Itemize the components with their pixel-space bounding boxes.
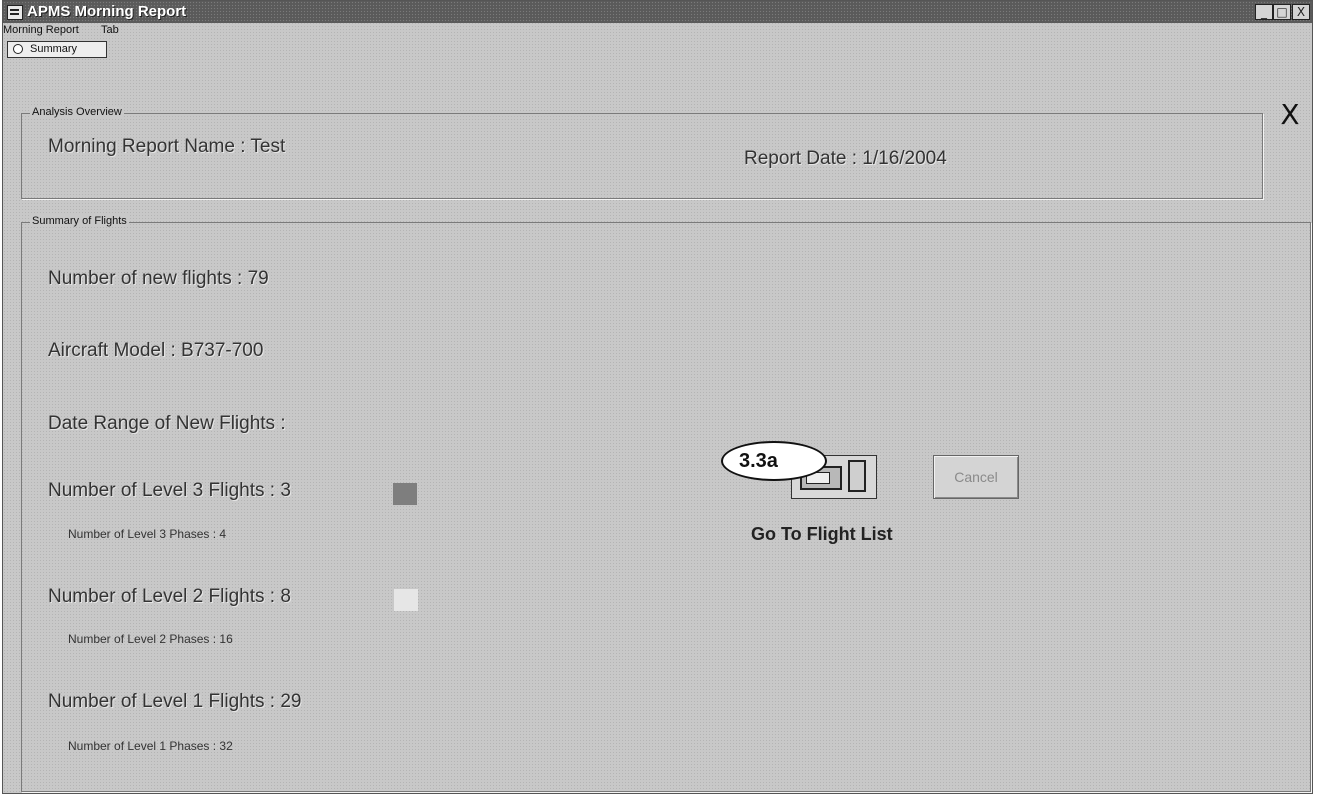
level1-phases: Number of Level 1 Phases : 32 <box>68 739 233 753</box>
close-window-button[interactable]: X <box>1292 4 1310 20</box>
tab-summary[interactable]: Summary <box>7 41 107 58</box>
aircraft-model: Aircraft Model : B737-700 <box>48 340 264 361</box>
callout-annotation: 3.3a <box>721 441 827 481</box>
menu-morning-report[interactable]: Morning Report <box>3 24 79 36</box>
window-title: APMS Morning Report <box>27 3 187 20</box>
maximize-button[interactable]: □ <box>1273 4 1291 20</box>
go-to-flight-list-label: Go To Flight List <box>751 524 893 544</box>
morning-report-name: Morning Report Name : Test <box>48 136 286 157</box>
report-date: Report Date : 1/16/2004 <box>744 148 947 169</box>
menu-tab[interactable]: Tab <box>101 24 119 36</box>
radio-icon <box>13 44 23 54</box>
summary-of-flights-group: Summary of Flights Number of new flights… <box>21 215 1311 792</box>
level2-phases: Number of Level 2 Phases : 16 <box>68 632 233 646</box>
level3-flights: Number of Level 3 Flights : 3 <box>48 480 291 501</box>
cancel-button[interactable]: Cancel <box>933 455 1019 499</box>
tab-summary-label: Summary <box>30 43 78 55</box>
level1-flights: Number of Level 1 Flights : 29 <box>48 691 302 712</box>
level2-color-swatch <box>394 589 418 611</box>
close-icon[interactable]: X <box>1275 101 1305 129</box>
level3-phases: Number of Level 3 Phases : 4 <box>68 527 227 541</box>
app-window: APMS Morning Report _ □ X Morning Report… <box>2 0 1313 794</box>
level3-color-swatch <box>393 483 417 505</box>
summary-of-flights-legend: Summary of Flights <box>30 215 129 227</box>
date-range-label: Date Range of New Flights : <box>48 413 286 434</box>
menu-bar: Morning Report Tab <box>3 23 1312 39</box>
callout-label: 3.3a <box>739 450 778 472</box>
title-bar[interactable]: APMS Morning Report _ □ X <box>3 1 1312 23</box>
new-flights-count: Number of new flights : 79 <box>48 268 269 289</box>
analysis-overview-legend: Analysis Overview <box>30 106 124 118</box>
level2-flights: Number of Level 2 Flights : 8 <box>48 586 291 607</box>
minimize-button[interactable]: _ <box>1255 4 1273 20</box>
analysis-overview-group: Analysis Overview Morning Report Name : … <box>21 106 1263 199</box>
app-icon <box>7 5 23 20</box>
flight-list-icon-side <box>848 460 866 492</box>
